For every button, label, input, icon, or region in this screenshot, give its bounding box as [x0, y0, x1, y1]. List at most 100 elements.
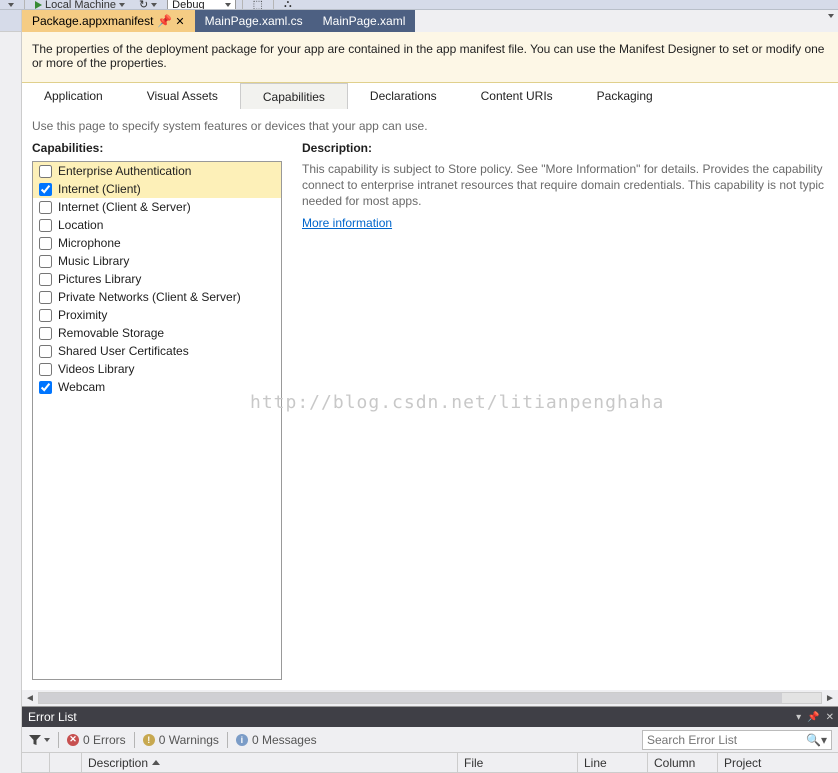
manifest-info-banner: The properties of the deployment package… [22, 32, 838, 83]
capabilities-heading: Capabilities: [32, 141, 282, 155]
capability-checkbox[interactable] [39, 183, 52, 196]
toolbar-icon-1[interactable]: ⬚ [249, 0, 267, 10]
col-index[interactable] [50, 753, 82, 772]
capability-row[interactable]: Videos Library [33, 360, 281, 378]
tab-label: MainPage.xaml [323, 14, 406, 28]
col-project[interactable]: Project [718, 753, 838, 772]
capability-checkbox[interactable] [39, 219, 52, 232]
refresh-button[interactable]: ↻ [135, 0, 161, 10]
capability-checkbox[interactable] [39, 381, 52, 394]
left-dock-gutter [0, 10, 22, 773]
col-line[interactable]: Line [578, 753, 648, 772]
capability-row[interactable]: Music Library [33, 252, 281, 270]
capability-label: Videos Library [58, 362, 135, 376]
close-icon[interactable]: ✕ [826, 712, 834, 723]
pin-icon[interactable]: 📌 [807, 712, 819, 723]
capability-checkbox[interactable] [39, 363, 52, 376]
launch-button[interactable]: Local Machine [31, 0, 129, 10]
capability-row[interactable]: Webcam [33, 378, 281, 396]
window-menu-icon[interactable]: ▾ [796, 712, 801, 723]
capability-row[interactable]: Shared User Certificates [33, 342, 281, 360]
mtab-application[interactable]: Application [22, 83, 125, 109]
manifest-tab-row: Application Visual Assets Capabilities D… [22, 83, 838, 109]
col-icon[interactable] [22, 753, 50, 772]
capability-checkbox[interactable] [39, 255, 52, 268]
toolbar-icon-2[interactable]: ⛬ [280, 0, 296, 10]
scroll-left-arrow[interactable]: ◄ [22, 693, 38, 704]
tab-mainpage-xaml-cs[interactable]: MainPage.xaml.cs [195, 10, 313, 32]
info-icon: i [236, 734, 248, 746]
capability-checkbox[interactable] [39, 291, 52, 304]
tabs-overflow-dropdown[interactable] [828, 14, 834, 18]
config-combo[interactable]: Debug [167, 0, 235, 10]
capability-row[interactable]: Internet (Client) [33, 180, 281, 198]
more-information-link[interactable]: More information [302, 216, 392, 230]
capability-label: Internet (Client) [58, 182, 141, 196]
horizontal-scrollbar[interactable]: ◄ ► [22, 690, 838, 706]
sort-asc-icon [152, 760, 160, 765]
pin-icon[interactable]: 📌 [159, 16, 169, 26]
tab-mainpage-xaml[interactable]: MainPage.xaml [313, 10, 416, 32]
error-icon: ✕ [67, 734, 79, 746]
capabilities-note: Use this page to specify system features… [22, 109, 838, 141]
manifest-designer: The properties of the deployment package… [22, 32, 838, 706]
capability-checkbox[interactable] [39, 237, 52, 250]
capability-label: Microphone [58, 236, 121, 250]
mtab-content-uris[interactable]: Content URIs [459, 83, 575, 109]
capability-checkbox[interactable] [39, 309, 52, 322]
gutter-box[interactable] [0, 10, 21, 32]
col-description[interactable]: Description [82, 753, 458, 772]
warnings-count: 0 Warnings [159, 733, 219, 747]
capability-row[interactable]: Internet (Client & Server) [33, 198, 281, 216]
launch-label: Local Machine [45, 0, 116, 10]
capability-label: Location [58, 218, 103, 232]
error-search-box[interactable]: 🔍▾ [642, 730, 832, 750]
capability-row[interactable]: Removable Storage [33, 324, 281, 342]
capability-label: Pictures Library [58, 272, 141, 286]
scroll-thumb[interactable] [39, 693, 782, 703]
capability-label: Proximity [58, 308, 107, 322]
tab-package-appxmanifest[interactable]: Package.appxmanifest 📌 ✕ [22, 10, 195, 32]
scroll-right-arrow[interactable]: ► [822, 693, 838, 704]
mtab-declarations[interactable]: Declarations [348, 83, 459, 109]
mtab-packaging[interactable]: Packaging [575, 83, 675, 109]
errors-chip[interactable]: ✕ 0 Errors [67, 733, 126, 747]
error-list-titlebar[interactable]: Error List ▾ 📌 ✕ [22, 707, 838, 727]
error-search-input[interactable] [647, 733, 806, 747]
capability-label: Music Library [58, 254, 129, 268]
capability-checkbox[interactable] [39, 201, 52, 214]
search-icon[interactable]: 🔍▾ [806, 733, 827, 747]
capability-row[interactable]: Enterprise Authentication [33, 162, 281, 180]
filter-button[interactable] [28, 733, 50, 747]
capability-label: Webcam [58, 380, 105, 394]
tab-label: MainPage.xaml.cs [205, 14, 303, 28]
warnings-chip[interactable]: ! 0 Warnings [143, 733, 219, 747]
description-heading: Description: [302, 141, 828, 155]
error-list-panel: Error List ▾ 📌 ✕ ✕ 0 Errors [22, 706, 838, 773]
col-column[interactable]: Column [648, 753, 718, 772]
document-tabs: Package.appxmanifest 📌 ✕ MainPage.xaml.c… [22, 10, 838, 32]
capability-row[interactable]: Location [33, 216, 281, 234]
mtab-capabilities[interactable]: Capabilities [240, 83, 348, 109]
capability-row[interactable]: Proximity [33, 306, 281, 324]
capability-row[interactable]: Pictures Library [33, 270, 281, 288]
capability-row[interactable]: Private Networks (Client & Server) [33, 288, 281, 306]
scroll-track[interactable] [38, 692, 822, 704]
play-icon [35, 1, 42, 9]
capability-checkbox[interactable] [39, 327, 52, 340]
capability-checkbox[interactable] [39, 273, 52, 286]
error-list-toolbar: ✕ 0 Errors ! 0 Warnings i 0 Messages 🔍▾ [22, 727, 838, 753]
capability-row[interactable]: Microphone [33, 234, 281, 252]
capability-description: This capability is subject to Store poli… [302, 161, 828, 210]
toolbar-dropdown[interactable] [4, 3, 18, 7]
close-icon[interactable]: ✕ [175, 15, 184, 28]
messages-chip[interactable]: i 0 Messages [236, 733, 317, 747]
capability-checkbox[interactable] [39, 345, 52, 358]
capability-checkbox[interactable] [39, 165, 52, 178]
error-list-header: Description File Line Column Project [22, 753, 838, 773]
col-file[interactable]: File [458, 753, 578, 772]
capabilities-list[interactable]: Enterprise Authentication Internet (Clien… [32, 161, 282, 680]
info-text: The properties of the deployment package… [32, 42, 824, 70]
mtab-visual-assets[interactable]: Visual Assets [125, 83, 240, 109]
warning-icon: ! [143, 734, 155, 746]
